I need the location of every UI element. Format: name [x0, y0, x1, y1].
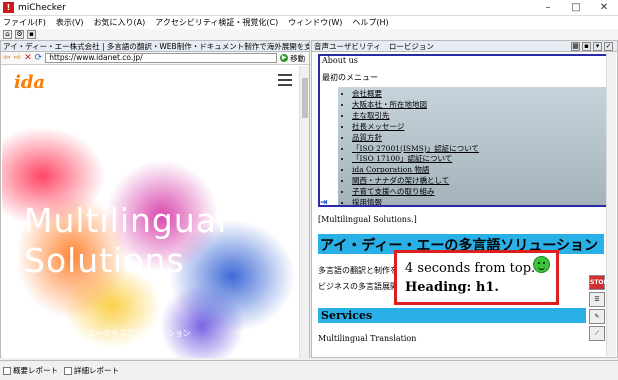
first-menu-text: 最初のメニュー: [322, 73, 378, 82]
browser-tab-label: アイ・ディー・エー株式会社 | 多言語の翻訳・WEB制作・ドキュメント制作で海外…: [3, 41, 309, 51]
play-icon: ▶: [280, 54, 289, 62]
menu-favorites[interactable]: お気に入り(A): [94, 17, 146, 28]
page-outline-box: About us 最初のメニュー 会社概要 大阪本社・所在地地図 主な取引先 社…: [318, 54, 608, 207]
save-icon[interactable]: ▪: [27, 30, 36, 39]
grid-icon[interactable]: ▦: [571, 42, 580, 51]
menu-help[interactable]: ヘルプ(H): [352, 17, 388, 28]
site-logo[interactable]: ida: [14, 72, 45, 93]
check-icon[interactable]: ✓: [604, 42, 613, 51]
home-icon[interactable]: ⌂: [3, 30, 12, 39]
app-icon: !: [3, 2, 14, 13]
close-button[interactable]: ✕: [590, 0, 618, 16]
popup-heading: Heading: h1.: [405, 280, 499, 295]
menu-bar: ファイル(F) 表示(V) お気に入り(A) アクセシビリティ検証・視覚化(C)…: [0, 16, 618, 29]
report-icon: [64, 366, 72, 375]
tab-low-vision[interactable]: ロービジョン: [389, 41, 434, 52]
refresh-icon[interactable]: ⟳: [35, 53, 43, 63]
right-vertical-scrollbar[interactable]: [606, 52, 616, 356]
back-icon[interactable]: ⇦: [3, 53, 11, 63]
menu-list: 会社概要 大阪本社・所在地地図 主な取引先 社長メッセージ 品質方針 「ISO …: [338, 87, 606, 205]
hero-subtitle: アイ・ディー・エーの多言語ソリューション: [32, 329, 191, 338]
web-content: ida Multilingual Solutions アイ・ディー・エーの多言語…: [2, 66, 299, 358]
hero-title: Multilingual Solutions: [24, 201, 228, 280]
usability-pane: 音声ユーザビリティ ロービジョン ▦ ▪ ▾ ✓ About us 最初のメニュ…: [311, 40, 618, 358]
detail-report-label: 詳細レポート: [74, 366, 119, 375]
side-tools: STOP ☰ ✎ ⟋: [589, 275, 608, 341]
paragraph-1: 多言語の翻訳と制作を: [318, 266, 398, 275]
ruler-icon[interactable]: ⟋: [589, 326, 605, 341]
tab-summary-report[interactable]: 概要レポート: [3, 365, 58, 376]
reading-popup: 4 seconds from top. Heading: h1.: [394, 250, 559, 305]
dropdown-icon[interactable]: ▾: [593, 42, 602, 51]
list-item[interactable]: 関西・ナナダの架け橋として: [352, 176, 606, 187]
list-item[interactable]: 子育て支援への取り組み: [352, 187, 606, 198]
brush-icon[interactable]: ✎: [589, 309, 605, 324]
stop-icon[interactable]: ✕: [24, 53, 32, 63]
toolbar: ⌂ ⚙ ▪: [0, 29, 618, 40]
list-item[interactable]: 品質方針: [352, 133, 606, 144]
list-icon[interactable]: ☰: [589, 292, 605, 307]
multilingual-translation: Multilingual Translation: [318, 334, 417, 343]
title-bar: ! miChecker – □ ✕: [0, 0, 618, 16]
about-text: About us: [322, 56, 358, 65]
list-item[interactable]: 社長メッセージ: [352, 122, 606, 133]
forward-icon[interactable]: ⇨: [14, 53, 22, 63]
stop-sign-icon[interactable]: STOP: [589, 275, 608, 290]
go-button[interactable]: ▶ 移動: [280, 53, 305, 64]
menu-window[interactable]: ウィンドウ(W): [288, 17, 342, 28]
summary-report-label: 概要レポート: [13, 366, 58, 375]
list-item[interactable]: 採用情報: [352, 198, 606, 205]
vertical-scrollbar[interactable]: [299, 66, 309, 358]
smiley-icon: [533, 256, 550, 273]
list-item[interactable]: 主な取引先: [352, 111, 606, 122]
tab-voice-usability[interactable]: 音声ユーザビリティ: [314, 41, 381, 52]
save-icon[interactable]: ▪: [582, 42, 591, 51]
list-item[interactable]: ida Corporation 物語: [352, 165, 606, 176]
menu-file[interactable]: ファイル(F): [3, 17, 46, 28]
tab-detail-report[interactable]: 詳細レポート: [64, 365, 119, 376]
browser-pane: アイ・ディー・エー株式会社 | 多言語の翻訳・WEB制作・ドキュメント制作で海外…: [0, 40, 310, 358]
report-icon: [3, 366, 11, 375]
list-item[interactable]: 「ISO 17100」認証について: [352, 154, 606, 165]
window-title: miChecker: [18, 2, 66, 13]
popup-time: 4 seconds from top.: [405, 261, 536, 276]
browser-tab[interactable]: アイ・ディー・エー株式会社 | 多言語の翻訳・WEB制作・ドキュメント制作で海外…: [1, 41, 309, 52]
hamburger-menu-icon[interactable]: [278, 74, 292, 86]
settings-icon[interactable]: ⚙: [15, 30, 24, 39]
pane-tools: ▦ ▪ ▾ ✓: [571, 42, 613, 51]
url-input[interactable]: https://www.idanet.co.jp/: [45, 53, 278, 63]
services-heading: Services: [321, 309, 373, 322]
list-item[interactable]: 「ISO 27001(ISMS)」認証について: [352, 144, 606, 155]
arrow-right-icon: ⇥: [320, 198, 328, 208]
usability-tabs: 音声ユーザビリティ ロービジョン ▦ ▪ ▾ ✓: [312, 41, 617, 52]
bottom-tabs: 概要レポート 詳細レポート: [0, 360, 618, 380]
nav-bar: ⇦ ⇨ ✕ ⟳ https://www.idanet.co.jp/ ▶ 移動: [1, 52, 309, 65]
menu-view[interactable]: 表示(V): [56, 17, 84, 28]
go-label: 移動: [290, 53, 306, 63]
menu-accessibility[interactable]: アクセシビリティ検証・視覚化(C): [155, 17, 278, 28]
maximize-button[interactable]: □: [562, 0, 590, 16]
minimize-button[interactable]: –: [534, 0, 562, 16]
list-item[interactable]: 大阪本社・所在地地図: [352, 100, 606, 111]
paragraph-2: ビジネスの多言語展開: [318, 282, 398, 291]
list-item[interactable]: 会社概要: [352, 89, 606, 100]
multilingual-bracket: [Multilingual Solutions.]: [318, 215, 417, 224]
